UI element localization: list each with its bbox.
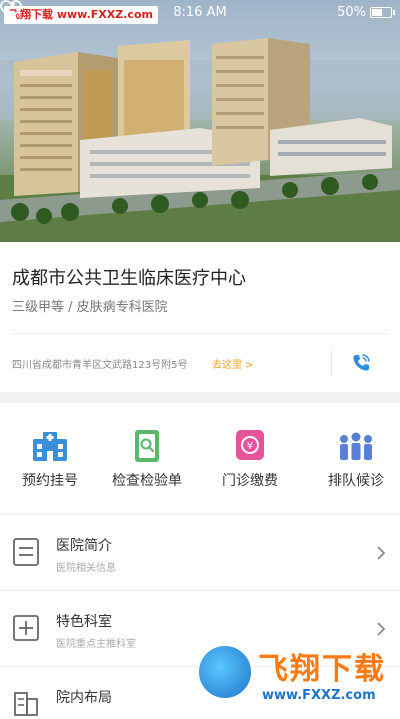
report-icon [135, 430, 159, 462]
menu-item-title: 院内布局 [56, 690, 112, 706]
service-label: 检查检验单 [112, 473, 182, 489]
document-icon [13, 538, 39, 566]
watermark-logo: 飞翔下载 www.FXXZ.com [190, 640, 400, 719]
watermark-url: www.FXXZ.com [262, 688, 376, 703]
menu-item-subtitle: 医院相关信息 [56, 563, 116, 574]
vertical-divider [331, 350, 332, 376]
watermark-emblem [196, 643, 254, 701]
hospital-building-illustration [0, 38, 400, 242]
phone-icon[interactable] [350, 352, 372, 374]
status-bar: 飞翔下载 www.FXXZ.com 8:16 AM 50% [0, 0, 400, 26]
service-label: 门诊缴费 [222, 473, 278, 489]
service-label: 排队候诊 [328, 473, 384, 489]
queue-icon [340, 432, 372, 460]
heart-icon[interactable] [0, 0, 22, 20]
payment-icon: ¥ [236, 430, 264, 460]
hospital-address: 四川省成都市青羊区文武路123号附5号 [12, 360, 188, 371]
battery-indicator: 50% [337, 5, 395, 20]
service-label: 预约挂号 [22, 473, 78, 489]
service-queue[interactable]: 排队候诊 [306, 403, 400, 513]
menu-item-title: 医院简介 [56, 538, 112, 554]
menu-item-subtitle: 医院重点主推科室 [56, 639, 136, 650]
chevron-right-icon [377, 546, 386, 560]
service-appointment[interactable]: 预约挂号 [0, 403, 100, 513]
hospital-icon [33, 432, 67, 461]
chevron-right-icon [377, 622, 386, 636]
watermark-title: 飞翔下载 [258, 652, 386, 687]
svg-text:¥: ¥ [247, 441, 253, 452]
menu-item-intro[interactable]: 医院简介 医院相关信息 [0, 515, 400, 591]
hospital-name: 成都市公共卫生临床医疗中心 [12, 268, 246, 289]
department-icon [13, 615, 39, 641]
battery-percent: 50% [337, 5, 366, 20]
hospital-level: 三级甲等 / 皮肤病专科医院 [12, 300, 168, 315]
menu-item-title: 特色科室 [56, 614, 112, 630]
building-icon [14, 692, 38, 716]
service-payment[interactable]: ¥ 门诊缴费 [200, 403, 300, 513]
divider [12, 333, 388, 334]
hospital-photo: 飞翔下载 www.FXXZ.com 8:16 AM 50% [0, 0, 400, 242]
battery-icon [370, 7, 395, 18]
hospital-info-card: 成都市公共卫生临床医疗中心 三级甲等 / 皮肤病专科医院 四川省成都市青羊区文武… [0, 242, 400, 392]
service-grid: 预约挂号 检查检验单 ¥ 门诊缴费 排队候诊 [0, 403, 400, 513]
navigate-link[interactable]: 去这里 > [212, 356, 254, 371]
service-reports[interactable]: 检查检验单 [97, 403, 197, 513]
